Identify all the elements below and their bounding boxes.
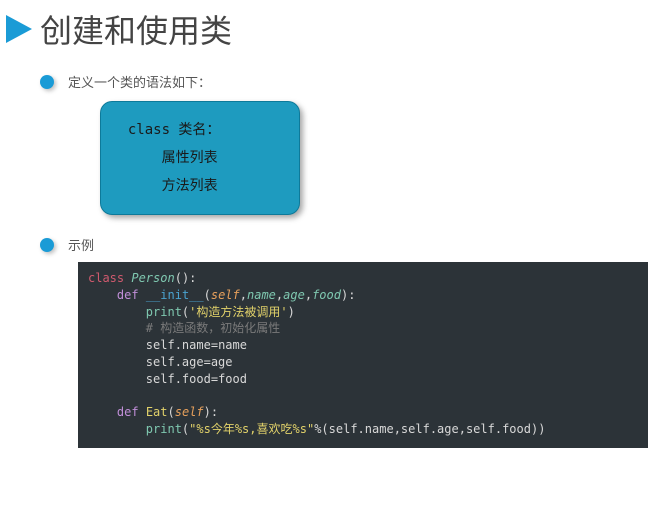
kw-def: def: [117, 405, 139, 419]
syntax-box: class 类名： 属性列表 方法列表: [100, 101, 300, 215]
open-paren: (: [204, 288, 211, 302]
slide-title: 创建和使用类: [40, 6, 232, 52]
ctor-string: '构造方法被调用': [189, 305, 287, 319]
bullet-dot-icon: [40, 238, 54, 252]
code-block: class Person(): def __init__(self,name,a…: [78, 262, 648, 448]
fn-init: __init__: [146, 288, 204, 302]
bullet-example-text: 示例: [68, 235, 94, 254]
syntax-line-2: 属性列表: [111, 144, 289, 172]
bullet-dot-icon: [40, 75, 54, 89]
bullet-syntax-text: 定义一个类的语法如下：: [68, 72, 211, 91]
kw-class: class: [88, 271, 124, 285]
class-name: Person: [131, 271, 174, 285]
syntax-line-3: 方法列表: [111, 172, 289, 200]
slide-header: 创建和使用类: [0, 0, 666, 66]
bullet-syntax: 定义一个类的语法如下：: [40, 72, 666, 91]
syntax-line-1: class 类名：: [111, 116, 289, 144]
self: self: [211, 288, 240, 302]
fmt-string: "%s今年%s,喜欢吃%s": [189, 422, 314, 436]
triangle-icon: [6, 15, 32, 43]
comment: # 构造函数，初始化属性: [146, 321, 280, 335]
paren-colon: ():: [175, 271, 197, 285]
print-fn: print: [146, 305, 182, 319]
bullet-example: 示例: [40, 235, 666, 254]
fn-eat: Eat: [146, 405, 168, 419]
kw-def: def: [117, 288, 139, 302]
